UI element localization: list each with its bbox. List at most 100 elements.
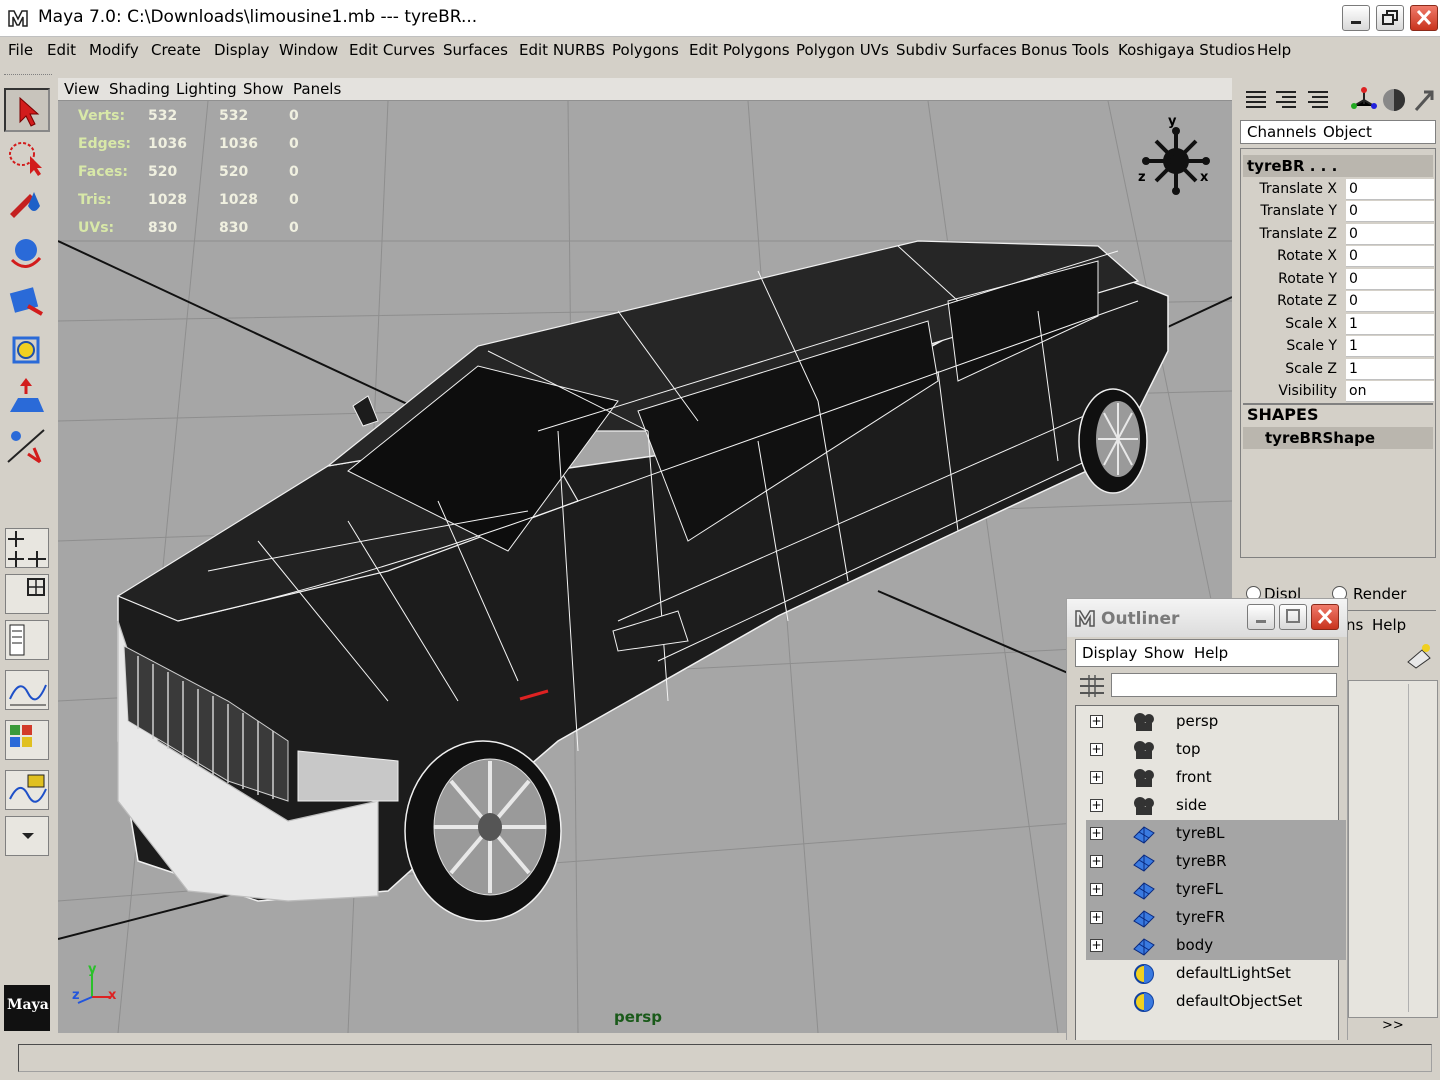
menu-edit[interactable]: Edit: [47, 41, 76, 59]
menu-edit-curves[interactable]: Edit Curves: [349, 41, 435, 59]
shape-name-row[interactable]: tyreBRShape: [1243, 427, 1433, 449]
tab-channels[interactable]: Channels: [1247, 123, 1316, 141]
channel-value-field[interactable]: on: [1346, 381, 1434, 402]
outliner-item-persp[interactable]: + persp: [1086, 708, 1346, 736]
outliner-item-tyrebl[interactable]: + tyreBL: [1086, 820, 1346, 848]
channel-value-field[interactable]: 0: [1346, 246, 1434, 267]
expand-button[interactable]: +: [1090, 743, 1103, 756]
menu-display[interactable]: Display: [214, 41, 269, 59]
channel-row[interactable]: Visibility on: [1245, 381, 1435, 403]
minimize-button[interactable]: [1342, 5, 1370, 31]
channels-list-icon[interactable]: [1242, 86, 1270, 114]
menu-surfaces[interactable]: Surfaces: [443, 41, 508, 59]
panel-menu-lighting[interactable]: Lighting: [176, 80, 237, 98]
outliner-item-tyrefl[interactable]: + tyreFL: [1086, 876, 1346, 904]
outliner-title-bar[interactable]: Outliner: [1067, 599, 1347, 637]
channel-value-field[interactable]: 0: [1346, 224, 1434, 245]
expand-button[interactable]: +: [1090, 827, 1103, 840]
channel-value-field[interactable]: 1: [1346, 359, 1434, 380]
universal-manip-button[interactable]: [4, 376, 50, 420]
outliner-close-button[interactable]: [1311, 604, 1339, 630]
menu-koshigaya-studios[interactable]: Koshigaya Studios: [1118, 41, 1255, 59]
expand-button[interactable]: +: [1090, 883, 1103, 896]
outliner-maximize-button[interactable]: [1279, 604, 1307, 630]
outliner-item-front[interactable]: + front: [1086, 764, 1346, 792]
menu-help[interactable]: Help: [1257, 41, 1291, 59]
menu-create[interactable]: Create: [151, 41, 201, 59]
channel-value-field[interactable]: 1: [1346, 336, 1434, 357]
select-tool-button[interactable]: [4, 88, 50, 132]
menu-edit-polygons[interactable]: Edit Polygons: [689, 41, 790, 59]
channel-row[interactable]: Rotate Y 0: [1245, 269, 1435, 291]
lasso-tool-button[interactable]: [4, 136, 50, 180]
channel-value-field[interactable]: 0: [1346, 269, 1434, 290]
show-manip-button[interactable]: [4, 424, 50, 468]
render-layer-tab[interactable]: Render: [1353, 585, 1406, 603]
expand-button[interactable]: +: [1090, 939, 1103, 952]
attribute-spread-icon[interactable]: [1410, 86, 1438, 114]
attribute-editor-icon[interactable]: [1304, 86, 1332, 114]
layer-scroll-label[interactable]: >>: [1382, 1018, 1404, 1033]
outliner-item-body[interactable]: + body: [1086, 932, 1346, 960]
tool-settings-icon[interactable]: [1350, 86, 1378, 114]
outliner-menu-display[interactable]: Display: [1082, 644, 1137, 662]
scale-tool-button[interactable]: [4, 328, 50, 372]
expand-button[interactable]: +: [1090, 799, 1103, 812]
layer-menu-help[interactable]: Help: [1372, 616, 1406, 634]
outliner-item-top[interactable]: + top: [1086, 736, 1346, 764]
menu-polygons[interactable]: Polygons: [612, 41, 679, 59]
panel-menu-panels[interactable]: Panels: [293, 80, 341, 98]
menu-polygon-uvs[interactable]: Polygon UVs: [796, 41, 889, 59]
channel-row[interactable]: Scale Y 1: [1245, 336, 1435, 358]
tab-object[interactable]: Object: [1323, 123, 1372, 141]
outliner-item-side[interactable]: + side: [1086, 792, 1346, 820]
object-name-row[interactable]: tyreBR . . .: [1243, 155, 1433, 177]
command-input[interactable]: [18, 1044, 1432, 1072]
channel-value-field[interactable]: 1: [1346, 314, 1434, 335]
persp-outliner-layout-button[interactable]: [5, 620, 49, 660]
outliner-item-defaultobjectset[interactable]: defaultObjectSet: [1086, 988, 1346, 1016]
menu-window[interactable]: Window: [279, 41, 338, 59]
channel-value-field[interactable]: 0: [1346, 291, 1434, 312]
menu-edit-nurbs[interactable]: Edit NURBS: [519, 41, 605, 59]
expand-button[interactable]: +: [1090, 855, 1103, 868]
channel-row[interactable]: Scale Z 1: [1245, 359, 1435, 381]
channels-layers-icon[interactable]: [1272, 86, 1300, 114]
channel-value-field[interactable]: 0: [1346, 179, 1434, 200]
panel-menu-shading[interactable]: Shading: [109, 80, 170, 98]
channel-row[interactable]: Translate X 0: [1245, 179, 1435, 201]
outliner-filter-icon[interactable]: [1077, 673, 1107, 699]
outliner-menu-help[interactable]: Help: [1194, 644, 1228, 662]
graph-layout-button[interactable]: [5, 670, 49, 710]
menu-file[interactable]: File: [8, 41, 33, 59]
channel-row[interactable]: Translate Y 0: [1245, 201, 1435, 223]
outliner-menu-show[interactable]: Show: [1144, 644, 1184, 662]
expand-button[interactable]: +: [1090, 911, 1103, 924]
panel-menu-view[interactable]: View: [64, 80, 100, 98]
paint-tool-button[interactable]: [4, 184, 50, 228]
close-button[interactable]: [1410, 5, 1438, 31]
menu-bonus-tools[interactable]: Bonus Tools: [1021, 41, 1109, 59]
toolbox-grip[interactable]: [4, 74, 52, 79]
trax-layout-button[interactable]: [5, 770, 49, 810]
render-globals-icon[interactable]: [1380, 86, 1408, 114]
channel-row[interactable]: Translate Z 0: [1245, 224, 1435, 246]
move-tool-button[interactable]: [4, 232, 50, 276]
menu-modify[interactable]: Modify: [89, 41, 139, 59]
create-layer-icon[interactable]: [1404, 640, 1434, 672]
layer-scrollbar[interactable]: [1408, 684, 1427, 1012]
layout-more-button[interactable]: [5, 816, 49, 856]
hypershade-layout-button[interactable]: [5, 720, 49, 760]
channel-row[interactable]: Scale X 1: [1245, 314, 1435, 336]
channel-value-field[interactable]: 0: [1346, 201, 1434, 222]
outliner-item-tyrebr[interactable]: + tyreBR: [1086, 848, 1346, 876]
four-pane-layout-button[interactable]: [5, 574, 49, 614]
outliner-minimize-button[interactable]: [1247, 604, 1275, 630]
channel-row[interactable]: Rotate X 0: [1245, 246, 1435, 268]
restore-button[interactable]: [1376, 5, 1404, 31]
layer-menu-options[interactable]: ns: [1346, 616, 1363, 634]
single-pane-layout-button[interactable]: [5, 528, 49, 568]
channel-row[interactable]: Rotate Z 0: [1245, 291, 1435, 313]
expand-button[interactable]: +: [1090, 771, 1103, 784]
outliner-item-tyrefr[interactable]: + tyreFR: [1086, 904, 1346, 932]
